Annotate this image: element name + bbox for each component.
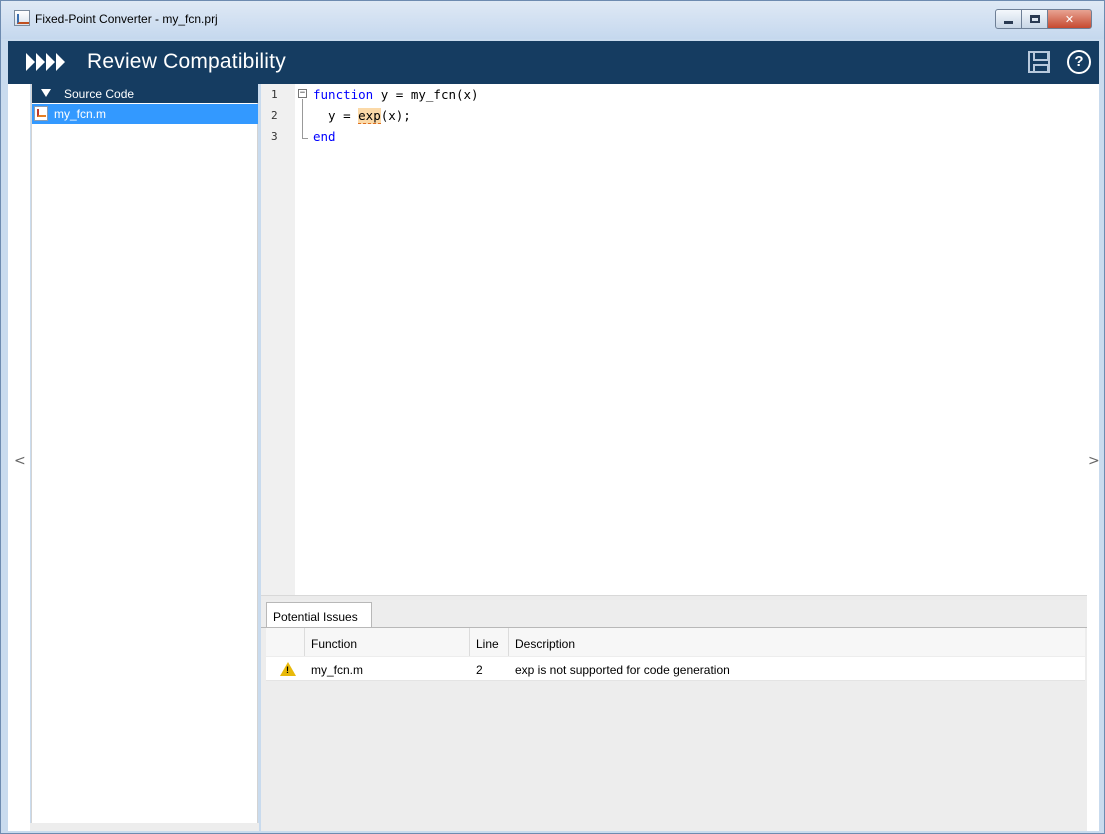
code-editor[interactable]: 1 2 3 − function y = my_fcn(x) y = exp(x… <box>261 84 1087 595</box>
cell-description: exp is not supported for code generation <box>515 663 730 677</box>
page-title: Review Compatibility <box>87 50 286 73</box>
column-header-line[interactable]: Line <box>476 637 499 651</box>
minimize-icon <box>1004 20 1013 24</box>
tab-potential-issues[interactable]: Potential Issues <box>266 602 372 628</box>
code-line-1[interactable]: function y = my_fcn(x) <box>313 87 479 102</box>
maximize-button[interactable] <box>1021 9 1048 29</box>
code-text: y = <box>313 108 359 123</box>
potential-issues-panel: Potential Issues Function Line Descripti… <box>261 600 1087 831</box>
expand-triangle-icon[interactable] <box>41 89 51 97</box>
fold-guide <box>302 99 303 138</box>
column-header-description[interactable]: Description <box>515 637 575 651</box>
maximize-icon <box>1029 15 1040 23</box>
cell-function: my_fcn.m <box>311 663 364 677</box>
code-line-2[interactable]: y = exp(x); <box>313 108 411 124</box>
cell-line: 2 <box>476 663 483 677</box>
code-keyword: end <box>313 129 336 144</box>
file-item-my-fcn[interactable]: my_fcn.m <box>32 104 258 124</box>
source-code-section-header[interactable]: Source Code <box>32 84 258 103</box>
line-number-gutter: 1 2 3 <box>261 84 295 595</box>
source-browser: Source Code my_fcn.m <box>31 84 258 824</box>
code-text: y = my_fcn(x) <box>373 87 479 102</box>
warning-icon: ! <box>280 662 296 676</box>
matlab-file-icon <box>34 106 48 121</box>
file-item-label: my_fcn.m <box>54 107 107 121</box>
help-icon[interactable]: ? <box>1067 50 1091 74</box>
code-keyword: function <box>313 87 374 102</box>
table-row[interactable]: ! my_fcn.m 2 exp is not supported for co… <box>266 657 1085 681</box>
line-number: 2 <box>271 109 278 122</box>
column-header-function[interactable]: Function <box>311 637 357 651</box>
left-panel-footer <box>30 823 259 831</box>
fold-toggle-icon[interactable]: − <box>298 89 307 98</box>
source-code-label: Source Code <box>64 87 135 101</box>
save-icon[interactable] <box>1028 51 1050 73</box>
minimize-button[interactable] <box>995 9 1022 29</box>
window-controls: ✕ <box>995 9 1092 29</box>
code-text: (x); <box>380 108 411 123</box>
code-line-3[interactable]: end <box>313 129 336 144</box>
column-divider <box>304 628 305 656</box>
app-icon <box>14 10 30 26</box>
chevron-right-icon[interactable]: > <box>1088 453 1100 469</box>
line-number: 3 <box>271 130 278 143</box>
window-title: Fixed-Point Converter - my_fcn.prj <box>35 12 218 26</box>
table-header: Function Line Description <box>266 628 1085 656</box>
workflow-chevrons-icon <box>26 53 66 71</box>
column-divider <box>469 628 470 656</box>
step-header: Review Compatibility ? <box>8 41 1099 84</box>
title-bar[interactable]: Fixed-Point Converter - my_fcn.prj ✕ <box>1 1 1104 39</box>
fold-guide-end <box>302 138 308 139</box>
highlighted-issue[interactable]: exp <box>358 108 381 124</box>
chevron-left-icon[interactable]: < <box>14 453 26 469</box>
column-divider <box>508 628 509 656</box>
app-window: Fixed-Point Converter - my_fcn.prj ✕ Rev… <box>0 0 1105 834</box>
line-number: 1 <box>271 88 278 101</box>
close-button[interactable]: ✕ <box>1047 9 1092 29</box>
